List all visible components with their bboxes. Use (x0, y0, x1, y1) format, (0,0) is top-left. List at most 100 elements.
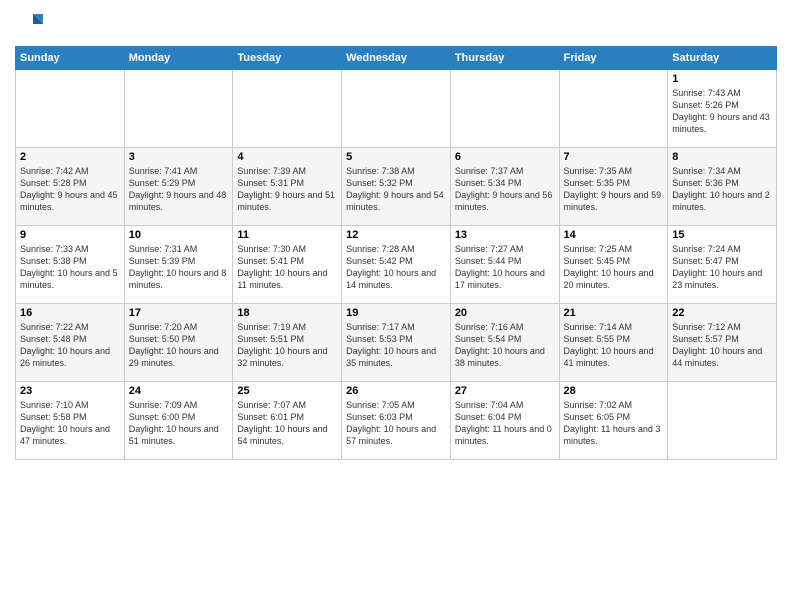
calendar-week-2: 9 Sunrise: 7:33 AMSunset: 5:38 PMDaylight… (16, 226, 777, 304)
calendar-cell (16, 70, 125, 148)
day-info: Sunrise: 7:07 AMSunset: 6:01 PMDaylight:… (237, 399, 337, 448)
day-info: Sunrise: 7:35 AMSunset: 5:35 PMDaylight:… (564, 165, 664, 214)
day-info: Sunrise: 7:27 AMSunset: 5:44 PMDaylight:… (455, 243, 555, 292)
day-number: 16 (20, 307, 120, 319)
calendar-cell: 8 Sunrise: 7:34 AMSunset: 5:36 PMDaylight… (668, 148, 777, 226)
day-number: 23 (20, 385, 120, 397)
calendar-cell: 10Sunrise: 7:31 AMSunset: 5:39 PMDayligh… (124, 226, 233, 304)
day-number: 12 (346, 229, 446, 241)
day-number: 7 (564, 151, 664, 163)
calendar-cell: 14 Sunrise: 7:25 AMSunset: 5:45 PMDayligh… (559, 226, 668, 304)
day-number: 5 (346, 151, 446, 163)
calendar-cell: 27Sunrise: 7:04 AMSunset: 6:04 PMDayligh… (450, 382, 559, 460)
day-info: Sunrise: 7:05 AMSunset: 6:03 PMDaylight:… (346, 399, 446, 448)
day-number: 3 (129, 151, 229, 163)
calendar-cell: 4 Sunrise: 7:39 AMSunset: 5:31 PMDaylight… (233, 148, 342, 226)
calendar-cell: 23Sunrise: 7:10 AMSunset: 5:58 PMDayligh… (16, 382, 125, 460)
calendar-cell: 12Sunrise: 7:28 AMSunset: 5:42 PMDayligh… (342, 226, 451, 304)
calendar-cell: 6 Sunrise: 7:37 AMSunset: 5:34 PMDaylight… (450, 148, 559, 226)
calendar-cell: 28 Sunrise: 7:02 AMSunset: 6:05 PMDayligh… (559, 382, 668, 460)
day-number: 15 (672, 229, 772, 241)
calendar-cell: 1 Sunrise: 7:43 AMSunset: 5:26 PMDaylight… (668, 70, 777, 148)
day-info: Sunrise: 7:09 AMSunset: 6:00 PMDaylight:… (129, 399, 229, 448)
calendar-cell: 25 Sunrise: 7:07 AMSunset: 6:01 PMDayligh… (233, 382, 342, 460)
calendar-cell (559, 70, 668, 148)
day-number: 10 (129, 229, 229, 241)
day-number: 4 (237, 151, 337, 163)
calendar-cell: 24 Sunrise: 7:09 AMSunset: 6:00 PMDayligh… (124, 382, 233, 460)
calendar-header-row: SundayMondayTuesdayWednesdayThursdayFrid… (16, 47, 777, 70)
day-number: 26 (346, 385, 446, 397)
calendar-cell: 21Sunrise: 7:14 AMSunset: 5:55 PMDayligh… (559, 304, 668, 382)
day-number: 13 (455, 229, 555, 241)
calendar-cell (668, 382, 777, 460)
day-number: 11 (237, 229, 337, 241)
header (15, 10, 777, 38)
day-info: Sunrise: 7:12 AMSunset: 5:57 PMDaylight:… (672, 321, 772, 370)
calendar-cell: 20 Sunrise: 7:16 AMSunset: 5:54 PMDayligh… (450, 304, 559, 382)
calendar-cell: 17 Sunrise: 7:20 AMSunset: 5:50 PMDayligh… (124, 304, 233, 382)
day-number: 20 (455, 307, 555, 319)
day-header-tuesday: Tuesday (233, 47, 342, 70)
calendar-cell: 15 Sunrise: 7:24 AMSunset: 5:47 PMDayligh… (668, 226, 777, 304)
day-header-wednesday: Wednesday (342, 47, 451, 70)
day-info: Sunrise: 7:25 AMSunset: 5:45 PMDaylight:… (564, 243, 664, 292)
day-info: Sunrise: 7:39 AMSunset: 5:31 PMDaylight:… (237, 165, 337, 214)
calendar-cell: 19 Sunrise: 7:17 AMSunset: 5:53 PMDayligh… (342, 304, 451, 382)
calendar-cell: 16 Sunrise: 7:22 AMSunset: 5:48 PMDayligh… (16, 304, 125, 382)
calendar-cell (342, 70, 451, 148)
day-number: 6 (455, 151, 555, 163)
day-number: 18 (237, 307, 337, 319)
calendar-cell: 22 Sunrise: 7:12 AMSunset: 5:57 PMDayligh… (668, 304, 777, 382)
calendar-cell (450, 70, 559, 148)
day-info: Sunrise: 7:30 AMSunset: 5:41 PMDaylight:… (237, 243, 337, 292)
calendar-cell: 3 Sunrise: 7:41 AMSunset: 5:29 PMDaylight… (124, 148, 233, 226)
day-info: Sunrise: 7:41 AMSunset: 5:29 PMDaylight:… (129, 165, 229, 214)
calendar-week-4: 23Sunrise: 7:10 AMSunset: 5:58 PMDayligh… (16, 382, 777, 460)
day-header-saturday: Saturday (668, 47, 777, 70)
calendar-cell (124, 70, 233, 148)
day-info: Sunrise: 7:04 AMSunset: 6:04 PMDaylight:… (455, 399, 555, 448)
day-header-friday: Friday (559, 47, 668, 70)
day-number: 25 (237, 385, 337, 397)
calendar: SundayMondayTuesdayWednesdayThursdayFrid… (15, 46, 777, 460)
day-number: 24 (129, 385, 229, 397)
day-info: Sunrise: 7:24 AMSunset: 5:47 PMDaylight:… (672, 243, 772, 292)
day-info: Sunrise: 7:19 AMSunset: 5:51 PMDaylight:… (237, 321, 337, 370)
calendar-cell: 9 Sunrise: 7:33 AMSunset: 5:38 PMDaylight… (16, 226, 125, 304)
day-info: Sunrise: 7:02 AMSunset: 6:05 PMDaylight:… (564, 399, 664, 448)
day-info: Sunrise: 7:33 AMSunset: 5:38 PMDaylight:… (20, 243, 120, 292)
logo-icon (15, 10, 43, 38)
day-info: Sunrise: 7:16 AMSunset: 5:54 PMDaylight:… (455, 321, 555, 370)
day-number: 2 (20, 151, 120, 163)
day-number: 14 (564, 229, 664, 241)
day-number: 22 (672, 307, 772, 319)
calendar-week-3: 16 Sunrise: 7:22 AMSunset: 5:48 PMDayligh… (16, 304, 777, 382)
day-info: Sunrise: 7:20 AMSunset: 5:50 PMDaylight:… (129, 321, 229, 370)
logo (15, 10, 47, 38)
day-number: 21 (564, 307, 664, 319)
calendar-cell: 7 Sunrise: 7:35 AMSunset: 5:35 PMDaylight… (559, 148, 668, 226)
page: SundayMondayTuesdayWednesdayThursdayFrid… (0, 0, 792, 612)
calendar-cell: 18 Sunrise: 7:19 AMSunset: 5:51 PMDayligh… (233, 304, 342, 382)
day-number: 1 (672, 73, 772, 85)
calendar-cell (233, 70, 342, 148)
day-number: 9 (20, 229, 120, 241)
day-info: Sunrise: 7:17 AMSunset: 5:53 PMDaylight:… (346, 321, 446, 370)
day-header-thursday: Thursday (450, 47, 559, 70)
calendar-cell: 26 Sunrise: 7:05 AMSunset: 6:03 PMDayligh… (342, 382, 451, 460)
day-number: 28 (564, 385, 664, 397)
calendar-cell: 11 Sunrise: 7:30 AMSunset: 5:41 PMDayligh… (233, 226, 342, 304)
day-number: 19 (346, 307, 446, 319)
day-info: Sunrise: 7:22 AMSunset: 5:48 PMDaylight:… (20, 321, 120, 370)
day-header-monday: Monday (124, 47, 233, 70)
calendar-week-0: 1 Sunrise: 7:43 AMSunset: 5:26 PMDaylight… (16, 70, 777, 148)
calendar-week-1: 2Sunrise: 7:42 AMSunset: 5:28 PMDaylight… (16, 148, 777, 226)
day-info: Sunrise: 7:43 AMSunset: 5:26 PMDaylight:… (672, 87, 772, 136)
day-number: 8 (672, 151, 772, 163)
day-info: Sunrise: 7:37 AMSunset: 5:34 PMDaylight:… (455, 165, 555, 214)
day-number: 17 (129, 307, 229, 319)
calendar-cell: 13 Sunrise: 7:27 AMSunset: 5:44 PMDayligh… (450, 226, 559, 304)
day-info: Sunrise: 7:34 AMSunset: 5:36 PMDaylight:… (672, 165, 772, 214)
day-header-sunday: Sunday (16, 47, 125, 70)
